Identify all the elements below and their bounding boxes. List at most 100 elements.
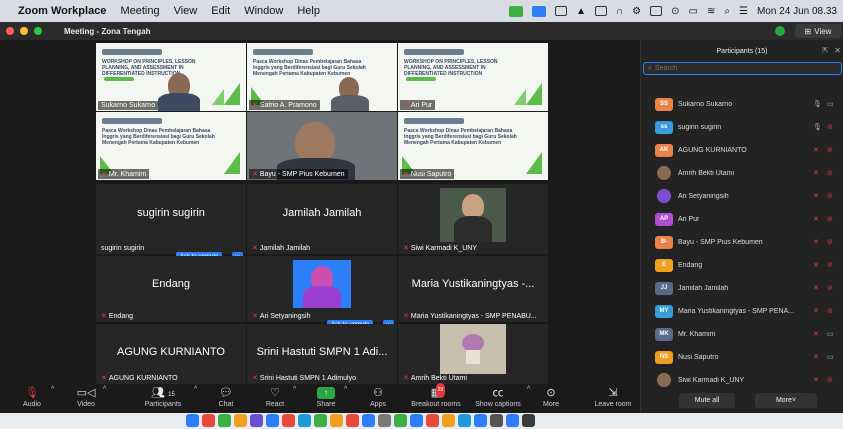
dock-app-icon[interactable] xyxy=(458,414,471,427)
video-tile-srini[interactable]: Srini Hastuti SMPN 1 Adi... ✕ Srini Hastu… xyxy=(247,324,397,384)
captions-options-caret[interactable]: ^ xyxy=(527,386,530,393)
video-tile-sukarno[interactable]: WORKSHOP ON PRINCIPLES, LESSON PLANNING,… xyxy=(96,43,246,111)
muted-mic-icon[interactable]: ✕ xyxy=(813,330,819,338)
participant-row[interactable]: Siwi Karmadi K_UNY ✕ ⊘ xyxy=(641,371,843,389)
dock-app-icon[interactable] xyxy=(250,414,263,427)
chat-button[interactable]: 💬︎ Chat xyxy=(213,386,239,408)
video-tile-maria[interactable]: Maria Yustikaningtyas -... ✕ Maria Yustik… xyxy=(398,256,548,322)
share-options-caret[interactable]: ^ xyxy=(344,386,347,393)
video-tile-satrio[interactable]: Pasca Workshop Dinas Pembelajaran Bahasa… xyxy=(247,43,397,111)
menu-help[interactable]: Help xyxy=(297,5,320,17)
muted-mic-icon[interactable]: ✕ xyxy=(813,169,819,177)
security-shield-icon[interactable] xyxy=(775,26,785,36)
dock-app-icon[interactable] xyxy=(442,414,455,427)
video-camera-icon[interactable]: ▭ xyxy=(827,100,834,108)
muted-mic-icon[interactable]: ✕ xyxy=(813,192,819,200)
video-tile-agung[interactable]: AGUNG KURNIANTO ✕ AGUNG KURNIANTO xyxy=(96,324,246,384)
share-button[interactable]: ↑ Share xyxy=(312,386,340,408)
video-tile-sugirin[interactable]: sugirin sugirin sugirin sugirin xyxy=(96,184,246,254)
video-off-icon[interactable]: ⊘ xyxy=(827,238,833,246)
video-off-icon[interactable]: ⊘ xyxy=(827,169,833,177)
screen-icon[interactable] xyxy=(555,6,568,16)
headphones-icon[interactable]: ∩ xyxy=(616,6,623,17)
audio-options-caret[interactable]: ^ xyxy=(51,386,54,393)
upload-icon[interactable]: ▲ xyxy=(576,6,586,17)
participant-row[interactable]: ss sugirin sugirin 🎙︎ ⊘ xyxy=(641,118,843,136)
video-tile-bayu[interactable]: ✕ Bayu - SMP Pius Kebumen xyxy=(247,112,397,180)
participants-button[interactable]: 👥︎ 15 Participants xyxy=(138,386,188,408)
video-button[interactable]: ▭◁ Video xyxy=(72,386,100,408)
participant-search-input[interactable] xyxy=(654,65,825,72)
video-off-icon[interactable]: ⊘ xyxy=(827,284,833,292)
show-captions-button[interactable]: ㏄ Show captions xyxy=(470,386,526,408)
video-camera-icon[interactable]: ▭ xyxy=(827,330,834,338)
muted-mic-icon[interactable]: ✕ xyxy=(813,261,819,269)
dock-app-icon[interactable] xyxy=(346,414,359,427)
audio-button[interactable]: 🎙︎ Audio xyxy=(18,386,46,408)
participant-row[interactable]: E Endang ✕ ⊘ xyxy=(641,256,843,274)
minimize-window-button[interactable] xyxy=(20,27,28,35)
participant-row[interactable]: MK Mr. Khamim ✕ ▭ xyxy=(641,325,843,343)
participant-row[interactable]: AK AGUNG KURNIANTO ✕ ⊘ xyxy=(641,141,843,159)
video-tile-khamim[interactable]: Pasca Workshop Dinas Pembelajaran Bahasa… xyxy=(96,112,246,180)
video-tile-jamilah[interactable]: Jamilah Jamilah ✕ Jamilah Jamilah xyxy=(247,184,397,254)
close-window-button[interactable] xyxy=(6,27,14,35)
react-button[interactable]: ♡ React xyxy=(262,386,288,408)
video-off-icon[interactable]: ⊘ xyxy=(827,261,833,269)
muted-mic-icon[interactable]: ✕ xyxy=(813,307,819,315)
video-status-icon[interactable] xyxy=(532,5,547,17)
participants-options-caret[interactable]: ^ xyxy=(194,386,197,393)
control-center-icon[interactable]: ☰ xyxy=(739,6,748,17)
dock-app-icon[interactable] xyxy=(202,414,215,427)
dock-app-icon[interactable] xyxy=(186,414,199,427)
more-participants-options-button[interactable]: More ˅ xyxy=(755,393,817,408)
participant-row[interactable]: MY Maria Yustikaningtyas - SMP PENA... ✕ ⊘ xyxy=(641,302,843,320)
video-camera-icon[interactable]: ▭ xyxy=(827,353,834,361)
battery-icon[interactable]: ▭ xyxy=(689,6,698,17)
muted-mic-icon[interactable]: ✕ xyxy=(813,238,819,246)
video-tile-ari-setyaningsih[interactable]: ✕ Ari Setyaningsih xyxy=(247,256,397,322)
zoom-window-button[interactable] xyxy=(34,27,42,35)
wifi-icon[interactable]: ≋ xyxy=(707,6,715,17)
mic-icon[interactable]: 🎙︎ xyxy=(813,100,822,108)
participant-row[interactable]: NS Nusi Saputro ✕ ▭ xyxy=(641,348,843,366)
mute-all-button[interactable]: Mute all xyxy=(679,393,735,408)
menu-app-name[interactable]: Zoom Workplace xyxy=(18,5,106,17)
dock-app-icon[interactable] xyxy=(314,414,327,427)
dock-app-icon[interactable] xyxy=(218,414,231,427)
participant-search-box[interactable]: ⌕ xyxy=(643,62,842,75)
dock-app-icon[interactable] xyxy=(474,414,487,427)
dock-app-icon[interactable] xyxy=(490,414,503,427)
participant-row[interactable]: AP Ari Pur ✕ ⊘ xyxy=(641,210,843,228)
dock-app-icon[interactable] xyxy=(426,414,439,427)
dock-app-icon[interactable] xyxy=(362,414,375,427)
view-button[interactable]: ⊞ View xyxy=(795,24,841,38)
dock-app-icon[interactable] xyxy=(506,414,519,427)
dock-app-icon[interactable] xyxy=(266,414,279,427)
participant-row[interactable]: SS Sukarno Sukarno 🎙︎ ▭ xyxy=(641,95,843,113)
dock-app-icon[interactable] xyxy=(234,414,247,427)
muted-mic-icon[interactable]: ✕ xyxy=(813,146,819,154)
dock-app-icon[interactable] xyxy=(298,414,311,427)
mic-icon[interactable]: 🎙︎ xyxy=(813,123,822,131)
menu-meeting[interactable]: Meeting xyxy=(120,5,159,17)
zoom-status-icon[interactable] xyxy=(509,5,524,17)
muted-mic-icon[interactable]: ✕ xyxy=(813,215,819,223)
video-tile-amrih[interactable]: ✕ Amrih Bekti Utami xyxy=(398,324,548,384)
video-off-icon[interactable]: ⊘ xyxy=(827,215,833,223)
participant-row[interactable]: Amrih Bekti Utami ✕ ⊘ xyxy=(641,164,843,182)
dock-app-icon[interactable] xyxy=(410,414,423,427)
video-off-icon[interactable]: ⊘ xyxy=(827,192,833,200)
video-off-icon[interactable]: ⊘ xyxy=(827,146,833,154)
participant-row[interactable]: Ari Setyaningsih ✕ ⊘ xyxy=(641,187,843,205)
react-options-caret[interactable]: ^ xyxy=(293,386,296,393)
menu-window[interactable]: Window xyxy=(244,5,283,17)
menu-view[interactable]: View xyxy=(174,5,198,17)
dock-app-icon[interactable] xyxy=(394,414,407,427)
settings-icon[interactable]: ⚙ xyxy=(632,6,641,17)
play-icon[interactable]: ⊙ xyxy=(671,6,679,17)
dock-app-icon[interactable] xyxy=(282,414,295,427)
video-off-icon[interactable]: ⊘ xyxy=(827,123,833,131)
apps-button[interactable]: ⚇ Apps xyxy=(365,386,391,408)
more-button[interactable]: ⊙ More xyxy=(538,386,564,408)
